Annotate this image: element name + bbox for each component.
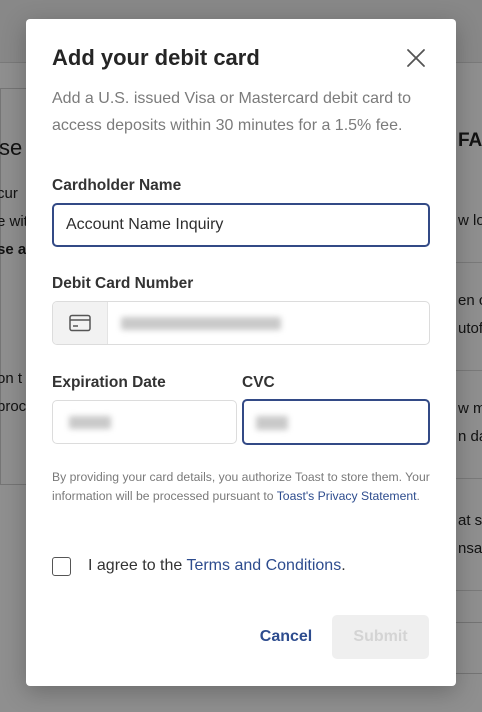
privacy-statement-link[interactable]: Toast's Privacy Statement — [277, 489, 417, 503]
terms-prefix: I agree to the — [88, 557, 187, 574]
cardholder-name-value: Account Name Inquiry — [66, 216, 224, 233]
terms-agreement-label: I agree to the Terms and Conditions. — [88, 557, 346, 575]
cvc-label: CVC — [242, 374, 275, 391]
modal-description: Add a U.S. issued Visa or Mastercard deb… — [52, 90, 411, 134]
submit-button[interactable]: Submit — [332, 615, 429, 659]
consent-suffix: . — [416, 488, 420, 503]
debit-card-number-input[interactable] — [52, 301, 430, 345]
expiration-date-label: Expiration Date — [52, 374, 166, 391]
terms-suffix: . — [341, 557, 346, 574]
close-icon[interactable] — [403, 45, 429, 71]
consent-text: By providing your card details, you auth… — [52, 468, 432, 505]
credit-card-icon — [69, 314, 91, 332]
cardholder-name-input[interactable]: Account Name Inquiry — [52, 203, 430, 247]
obscured-cvc — [256, 416, 288, 430]
terms-and-conditions-link[interactable]: Terms and Conditions — [186, 557, 341, 574]
modal-title: Add your debit card — [52, 45, 260, 70]
cancel-button[interactable]: Cancel — [250, 617, 322, 657]
close-button[interactable] — [403, 45, 429, 71]
add-debit-card-modal: Add your debit card Add a U.S. issued Vi… — [26, 19, 456, 686]
terms-checkbox[interactable] — [52, 557, 71, 576]
card-icon-container — [53, 302, 108, 344]
obscured-expiration-date — [69, 416, 111, 429]
obscured-card-number — [121, 317, 281, 330]
cardholder-name-label: Cardholder Name — [52, 177, 182, 194]
cvc-input[interactable] — [242, 399, 430, 445]
debit-card-number-label: Debit Card Number — [52, 275, 194, 292]
expiration-date-input[interactable] — [52, 400, 237, 444]
